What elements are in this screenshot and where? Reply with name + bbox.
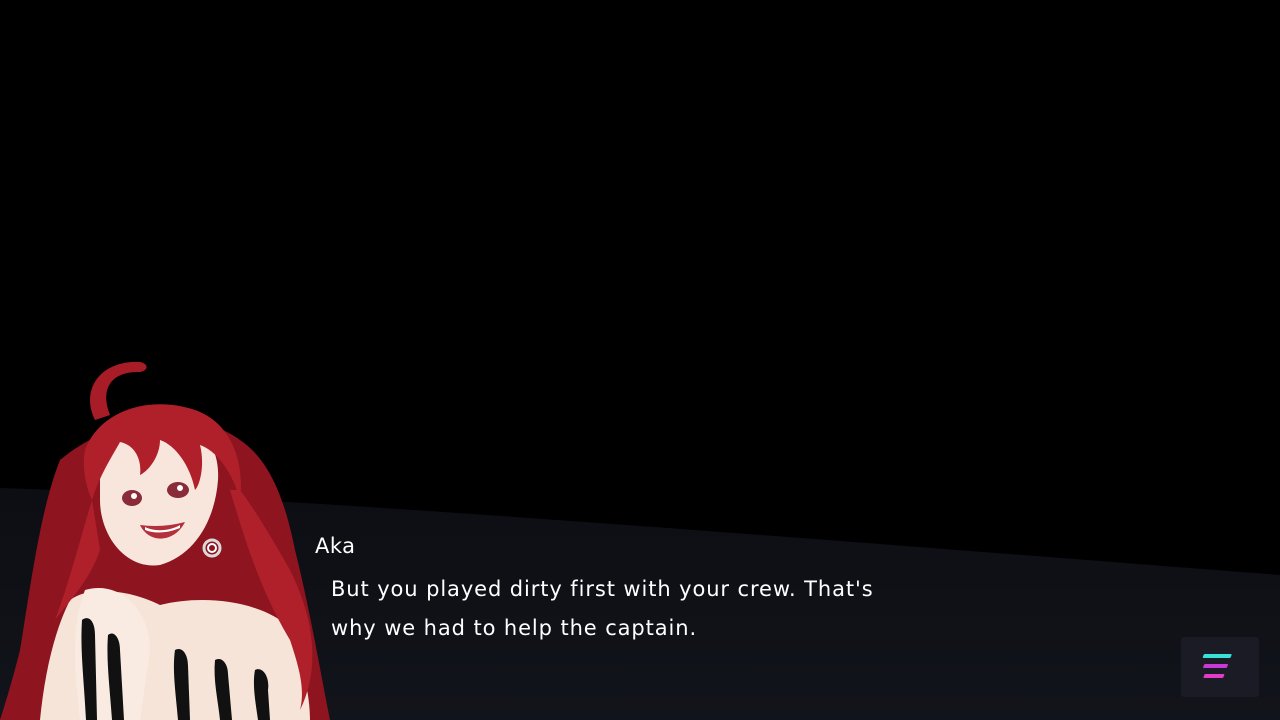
- dialogue-text[interactable]: But you played dirty first with your cre…: [331, 570, 1031, 648]
- speaker-name: Aka: [315, 534, 356, 558]
- menu-button[interactable]: [1181, 637, 1259, 697]
- character-portrait-aka: [0, 361, 330, 720]
- menu-icon: [1202, 654, 1232, 678]
- game-scene[interactable]: Aka But you played dirty first with your…: [0, 0, 1280, 720]
